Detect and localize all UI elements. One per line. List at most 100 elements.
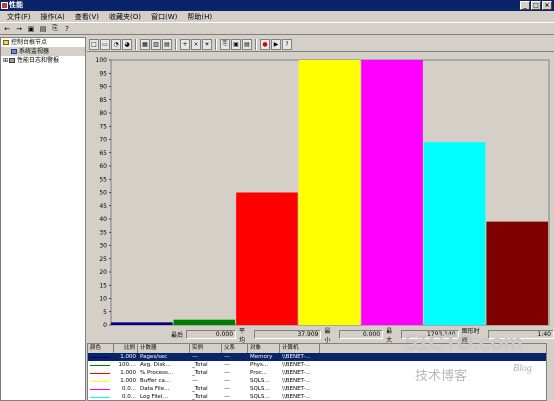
y-tick-label: 0 <box>103 322 107 327</box>
menu-window[interactable]: 窗口(W) <box>146 12 182 22</box>
menu-file[interactable]: 文件(F) <box>2 12 36 22</box>
col-color-header[interactable]: 颜色 <box>88 344 114 353</box>
y-tick-label: 5 <box>103 309 107 316</box>
tree-item-label: 系统监视器 <box>19 48 50 55</box>
close-button[interactable]: × <box>542 1 552 10</box>
histogram-chart: 0 5 10 15 20 25 30 35 40 45 50 55 60 65 70 75 80 85 90 95 10… <box>87 54 554 329</box>
menu-action[interactable]: 操作(A) <box>36 12 70 22</box>
site-watermark: 51CTO.com 技术博客 Blog <box>405 330 545 400</box>
legend-scale: 1.000 <box>120 378 136 384</box>
stat-last: 最后 0.000 <box>87 330 237 339</box>
menu-help[interactable]: 帮助(H) <box>182 12 217 22</box>
legend-parent: --- <box>224 354 230 360</box>
menu-view[interactable]: 查看(V) <box>70 12 104 22</box>
histogram-svg: 0 5 10 15 20 25 30 35 40 45 50 55 60 65 70 75 80 85 90 95 10… <box>96 57 550 329</box>
delete-counter-icon[interactable]: × <box>191 38 201 50</box>
help-icon[interactable]: ? <box>282 38 292 50</box>
legend-object: SQLS... <box>250 386 270 392</box>
export-icon[interactable]: ⎘ <box>50 24 60 34</box>
menu-favorites[interactable]: 收藏夹(O) <box>104 12 146 22</box>
legend-counter: Pages/sec <box>140 354 168 360</box>
properties-icon[interactable]: ▤ <box>242 38 252 50</box>
legend-object: Proc... <box>250 370 267 376</box>
up-folder-icon[interactable]: ▣ <box>26 24 36 34</box>
menu-bar: 文件(F) 操作(A) 查看(V) 收藏夹(O) 窗口(W) 帮助(H) <box>0 11 554 22</box>
tree-item-perf-logs[interactable]: ⊞ 性能日志和警报 <box>1 56 85 65</box>
legend-color <box>88 361 114 369</box>
legend-counter: Log File(... <box>140 394 169 400</box>
title-bar: 性能 _ □ × <box>0 0 554 11</box>
new-counter-set-icon[interactable]: □ <box>89 38 99 50</box>
histogram-bar <box>111 322 173 325</box>
y-tick-label: 15 <box>99 282 107 289</box>
window-title: 性能 <box>9 1 23 9</box>
expand-icon[interactable]: ⊞ <box>3 57 8 64</box>
legend-instance: --- <box>192 378 198 384</box>
minimize-button[interactable]: _ <box>520 1 530 10</box>
legend-computer: \\BENET-... <box>282 386 311 392</box>
legend-parent: --- <box>224 378 230 384</box>
y-tick-label: 70 <box>99 137 107 144</box>
maximize-button[interactable]: □ <box>531 1 541 10</box>
stat-min-value: 0.000 <box>339 330 384 339</box>
stat-min: 最小 0.000 <box>321 326 384 344</box>
back-icon[interactable]: ← <box>2 24 12 34</box>
y-tick-label: 10 <box>99 296 107 303</box>
console-tree: 控制台根节点 系统监视器 ⊞ 性能日志和警报 <box>0 37 86 401</box>
legend-parent: --- <box>224 394 230 400</box>
y-tick-label: 100 <box>96 57 108 64</box>
legend-scale: 0.0... <box>122 394 136 400</box>
col-computer-header[interactable]: 计算机 <box>280 344 320 353</box>
stat-min-label: 最小 <box>324 327 331 344</box>
clear-display-icon[interactable]: ▭ <box>100 38 110 50</box>
tree-item-system-monitor[interactable]: 系统监视器 <box>1 47 85 56</box>
stat-max-label: 最大 <box>386 327 393 344</box>
col-object-header[interactable]: 对象 <box>248 344 280 353</box>
legend-instance: _Total <box>192 370 208 376</box>
view-histogram-icon[interactable]: ▥ <box>151 38 161 50</box>
col-counter-header[interactable]: 计数器 <box>138 344 190 353</box>
view-report-icon[interactable]: ▤ <box>162 38 172 50</box>
monitor-icon <box>11 49 17 54</box>
legend-object: Memory <box>250 354 273 360</box>
legend-color-swatch <box>90 380 110 382</box>
view-graph-icon[interactable]: ▦ <box>140 38 150 50</box>
y-tick-label: 90 <box>99 84 107 91</box>
copy-properties-icon[interactable]: ⎘ <box>220 38 230 50</box>
y-tick-label: 45 <box>99 203 107 210</box>
legend-object: SQLS... <box>250 394 270 400</box>
y-tick-label: 25 <box>99 256 107 263</box>
tree-root[interactable]: 控制台根节点 <box>1 38 85 47</box>
folder-icon <box>3 40 9 45</box>
separator <box>255 38 257 50</box>
legend-color-swatch <box>90 364 110 366</box>
col-scale-header[interactable]: 比例 <box>114 344 138 353</box>
paste-counter-list-icon[interactable]: ▣ <box>231 38 241 50</box>
app-icon <box>1 2 8 9</box>
view-current-activity-icon[interactable]: ◔ <box>111 38 121 50</box>
histogram-bar <box>423 142 486 325</box>
watermark-line3: Blog <box>513 363 532 374</box>
highlight-icon[interactable]: ☀ <box>202 38 212 50</box>
view-log-data-icon[interactable]: ◕ <box>122 38 132 50</box>
legend-scale: 0.0... <box>122 386 136 392</box>
legend-parent: --- <box>224 386 230 392</box>
col-instance-header[interactable]: 实例 <box>190 344 222 353</box>
col-parent-header[interactable]: 父系 <box>222 344 248 353</box>
y-tick-label: 75 <box>99 123 107 130</box>
legend-counter: % Process... <box>140 370 174 376</box>
legend-color-swatch <box>90 388 110 390</box>
update-data-icon[interactable]: ▶ <box>271 38 281 50</box>
legend-instance: --- <box>192 354 198 360</box>
watermark-line1: 51CTO.com <box>405 330 523 355</box>
y-tick-label: 50 <box>99 190 107 197</box>
add-counter-icon[interactable]: + <box>180 38 190 50</box>
show-tree-icon[interactable]: ▤ <box>38 24 48 34</box>
help-icon[interactable]: ? <box>62 24 72 34</box>
legend-counter: Avg. Disk... <box>140 362 171 368</box>
freeze-display-icon[interactable]: ● <box>260 38 270 50</box>
histogram-bar <box>173 319 236 325</box>
tree-root-label: 控制台根节点 <box>11 39 48 46</box>
forward-icon[interactable]: → <box>14 24 24 34</box>
histogram-bar <box>486 221 548 325</box>
